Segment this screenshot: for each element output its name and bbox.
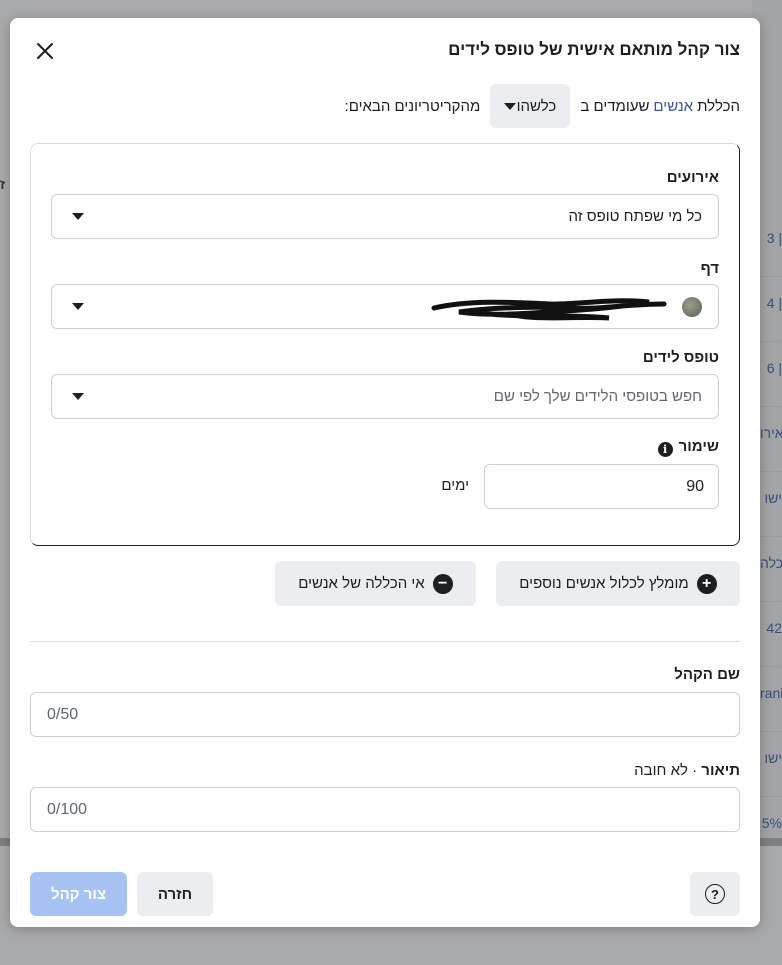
info-icon[interactable]: i — [657, 442, 673, 457]
events-value: כל מי שפתח טופס זה — [568, 208, 702, 225]
background-cell: אירו — [760, 425, 782, 441]
events-label: אירועים — [666, 169, 719, 186]
caret-down-icon — [72, 213, 84, 220]
criteria-suffix: מהקריטריונים הבאים: — [344, 97, 481, 115]
background-divider — [760, 406, 782, 407]
match-any-select[interactable]: כלשהו — [490, 84, 571, 128]
custom-audience-dialog: צור קהל מותאם אישית של טופס לידים הכללת … — [10, 18, 760, 927]
retention-days-input[interactable]: 90 — [484, 464, 719, 509]
background-cell: rani — [760, 685, 782, 701]
lead-form-label: טופס לידים — [642, 349, 719, 366]
audience-name-input[interactable]: 0/50 — [30, 692, 740, 737]
background-divider — [760, 601, 782, 602]
back-button[interactable]: חזרה — [137, 872, 213, 916]
page-value — [421, 292, 702, 322]
close-icon — [37, 43, 53, 59]
background-left-char: ז — [0, 176, 6, 192]
background-divider — [760, 276, 782, 277]
exclude-label: אי הכללה של אנשים — [298, 575, 425, 592]
background-divider — [760, 666, 782, 667]
background-cell: 42 — [766, 620, 782, 636]
help-icon: ? — [705, 884, 725, 904]
background-divider — [760, 471, 782, 472]
redacted-scribble — [431, 297, 667, 320]
caret-down-icon — [72, 303, 84, 310]
description-counter: 0/100 — [47, 800, 88, 818]
description-label: תיאור — [701, 762, 740, 779]
exclude-people-button[interactable]: − אי הכללה של אנשים — [275, 561, 476, 606]
include-more-people-button[interactable]: + מומלץ לכלול אנשים נוספים — [496, 561, 740, 606]
audience-name-counter: 0/50 — [47, 705, 79, 723]
lead-form-dropdown[interactable]: חפש בטופסי הלידים שלך לפי שם — [51, 374, 719, 419]
background-cell: כלה — [760, 555, 782, 571]
audience-name-label: שם הקהל — [674, 666, 740, 683]
plus-circle-icon: + — [696, 573, 717, 594]
background-divider — [760, 536, 782, 537]
events-dropdown[interactable]: כל מי שפתח טופס זה — [51, 194, 719, 239]
description-input[interactable]: 0/100 — [30, 787, 740, 832]
background-cell: 4 | — [766, 295, 782, 311]
caret-down-icon — [504, 102, 517, 110]
help-button[interactable]: ? — [690, 872, 740, 916]
caret-down-icon — [72, 393, 84, 400]
create-audience-button[interactable]: צור קהל — [30, 872, 127, 916]
retention-label-row: שימור i — [657, 438, 719, 457]
dialog-title: צור קהל מותאם אישית של טופס לידים — [448, 40, 740, 59]
lead-form-placeholder: חפש בטופסי הלידים שלך לפי שם — [493, 388, 702, 405]
background-divider — [760, 341, 782, 342]
section-divider — [30, 641, 740, 642]
page-avatar — [682, 296, 702, 317]
background-divider — [760, 731, 782, 732]
description-label-row: תיאור · לא חובה — [634, 762, 740, 779]
retention-label: שימור — [678, 438, 719, 455]
retention-value: 90 — [686, 477, 704, 495]
match-any-value: כלשהו — [516, 97, 557, 115]
background-cell: ישו — [764, 490, 782, 506]
inclusion-criteria-row: הכללת אנשים שעומדים ב כלשהו מהקריטריונים… — [290, 84, 740, 128]
background-divider — [760, 796, 782, 797]
retention-unit-label: ימים — [441, 477, 469, 494]
page-dropdown[interactable] — [51, 284, 719, 329]
include-more-label: מומלץ לכלול אנשים נוספים — [519, 575, 689, 592]
background-cell: 5% — [761, 815, 782, 831]
minus-circle-icon: − — [432, 573, 453, 594]
background-cell: 3 | — [766, 230, 782, 246]
background-cell: ישו — [764, 750, 782, 766]
criteria-prefix: הכללת — [697, 97, 740, 115]
optional-note: · לא חובה — [634, 762, 702, 779]
people-link[interactable]: אנשים — [653, 98, 693, 115]
close-button[interactable] — [32, 38, 58, 64]
rule-card: אירועים כל מי שפתח טופס זה דף טופס לידים… — [30, 143, 740, 546]
background-cell: 6 | — [766, 360, 782, 376]
page-label: דף — [700, 260, 719, 277]
criteria-middle: שעומדים ב — [580, 97, 650, 115]
